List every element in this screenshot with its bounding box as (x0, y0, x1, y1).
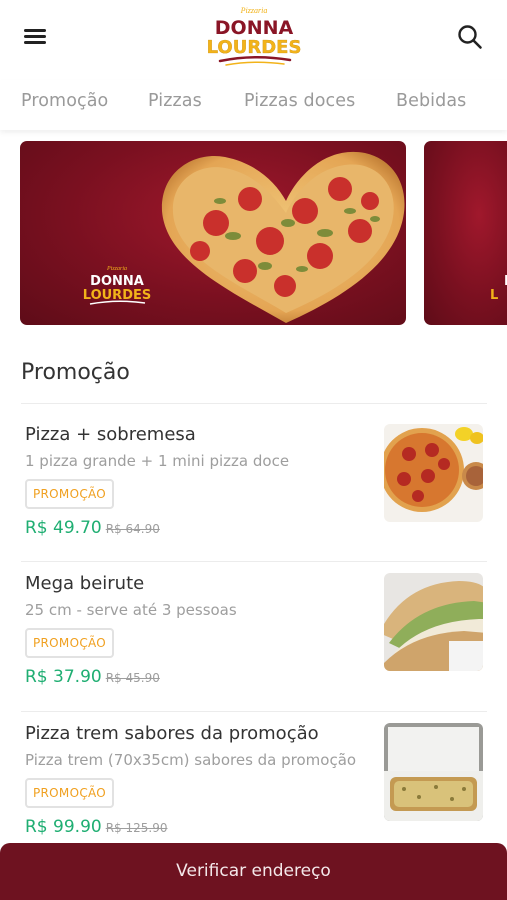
search-icon[interactable] (456, 23, 484, 51)
svg-text:DONNA: DONNA (215, 17, 294, 39)
svg-text:LOURDES: LOURDES (207, 37, 302, 58)
tab-pizzas[interactable]: Pizzas (148, 91, 202, 111)
product-old-price: R$ 125.90 (105, 821, 168, 835)
product-old-price: R$ 64.90 (105, 522, 160, 536)
product-price-block: R$ 37.90 R$ 45.90 (25, 667, 160, 687)
divider (21, 403, 487, 404)
svg-text:L: L (490, 288, 498, 303)
product-description: 1 pizza grande + 1 mini pizza doce (25, 452, 290, 470)
product-price-block: R$ 49.70 R$ 64.90 (25, 518, 160, 538)
product-old-price: R$ 45.90 (105, 671, 160, 685)
hamburger-menu-icon[interactable] (22, 26, 48, 46)
product-price: R$ 49.70 (25, 518, 102, 538)
promo-badge: PROMOÇÃO (25, 778, 115, 808)
product-name: Pizza trem sabores da promoção (25, 723, 319, 744)
app-header: Pizzaria DONNA LOURDES (0, 0, 507, 80)
verify-address-label: Verificar endereço (176, 861, 331, 881)
product-name: Mega beirute (25, 573, 145, 594)
tab-bebidas[interactable]: Bebidas (396, 91, 466, 111)
tab-promocao[interactable]: Promoção (21, 91, 108, 111)
promo-banner[interactable]: Pizzaria DONNA LOURDES (20, 141, 406, 325)
pizza-trem-photo (384, 723, 483, 821)
tab-pizzas-doces[interactable]: Pizzas doces (244, 91, 355, 111)
svg-text:Pizzaria: Pizzaria (240, 6, 268, 15)
svg-text:DONNA: DONNA (90, 274, 144, 289)
banner-logo-image: D L (490, 274, 507, 303)
product-name: Pizza + sobremesa (25, 424, 196, 445)
divider (21, 711, 487, 712)
heart-pizza-image: Pizzaria DONNA LOURDES (83, 151, 405, 323)
promo-badge: PROMOÇÃO (25, 628, 115, 658)
promo-banner-next[interactable]: D L (424, 141, 507, 325)
product-price-block: R$ 99.90 R$ 125.90 (25, 817, 167, 837)
product-item[interactable]: Mega beirute 25 cm - serve até 3 pessoas… (0, 573, 507, 723)
product-item[interactable]: Pizza + sobremesa 1 pizza grande + 1 min… (0, 424, 507, 574)
verify-address-button[interactable]: Verificar endereço (0, 843, 507, 900)
beirute-sandwich-photo (384, 573, 483, 671)
pizza-dessert-photo (384, 424, 483, 522)
promo-badge: PROMOÇÃO (25, 479, 115, 509)
svg-text:Pizzaria: Pizzaria (106, 266, 127, 272)
section-title: Promoção (21, 360, 130, 385)
product-price: R$ 99.90 (25, 817, 102, 837)
product-description: 25 cm - serve até 3 pessoas (25, 601, 237, 619)
category-tabs: Promoção Pizzas Pizzas doces Bebidas (0, 80, 507, 130)
divider (21, 561, 487, 562)
donna-lourdes-logo[interactable]: Pizzaria DONNA LOURDES (200, 4, 308, 68)
product-price: R$ 37.90 (25, 667, 102, 687)
product-description: Pizza trem (70x35cm) sabores da promoção (25, 751, 357, 769)
